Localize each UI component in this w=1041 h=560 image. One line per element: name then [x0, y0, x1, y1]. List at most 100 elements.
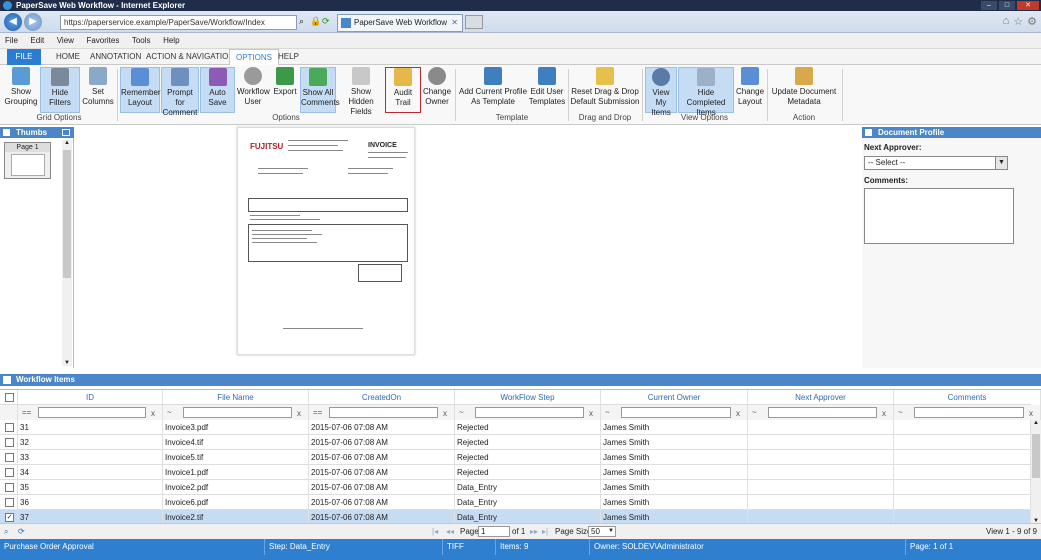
export-button[interactable]: Export	[271, 67, 299, 113]
hide-completed-items-button[interactable]: Hide Completed Items	[678, 67, 734, 117]
comments-textarea[interactable]	[864, 188, 1014, 244]
tab-annotation[interactable]: ANNOTATION	[84, 49, 147, 65]
tab-file[interactable]: FILE	[7, 49, 41, 65]
audit-trail-button[interactable]: Audit Trail	[385, 67, 421, 113]
search-icon[interactable]: ⌕	[299, 16, 304, 27]
column-header-comments[interactable]: Comments	[894, 390, 1041, 405]
clear-filter-icon[interactable]: x	[297, 406, 301, 420]
last-page-icon[interactable]: ▸|	[542, 527, 548, 536]
tab-help[interactable]: HELP	[272, 49, 305, 65]
table-row[interactable]: 31 Invoice3.pdf 2015-07-06 07:08 AM Rejecte…	[0, 420, 1031, 435]
column-header-current-owner[interactable]: Current Owner	[601, 390, 748, 405]
column-header-file-name[interactable]: File Name	[163, 390, 309, 405]
edit-user-templates-button[interactable]: Edit User Templates	[528, 67, 566, 113]
update-document-metadata-button[interactable]: Update Document Metadata	[770, 67, 838, 113]
clear-filter-icon[interactable]: x	[882, 406, 886, 420]
table-row[interactable]: 36 Invoice6.pdf 2015-07-06 07:08 AM Data_En…	[0, 495, 1031, 510]
row-checkbox[interactable]	[5, 483, 14, 492]
show-hidden-fields-button[interactable]: Show Hidden Fields	[338, 67, 384, 116]
tab-action-navigation[interactable]: ACTION & NAVIGATION	[140, 49, 240, 65]
change-owner-button[interactable]: Change Owner	[423, 67, 451, 113]
table-row[interactable]: 34 Invoice1.pdf 2015-07-06 07:08 AM Rejecte…	[0, 465, 1031, 480]
filter-input-next-approver[interactable]	[768, 407, 877, 418]
page-size-select[interactable]: 50 ▼	[588, 526, 616, 537]
filter-input-created-on[interactable]	[329, 407, 438, 418]
filter-input-current-owner[interactable]	[621, 407, 731, 418]
filter-operator[interactable]: ==	[22, 405, 31, 420]
forward-button[interactable]: ▶	[24, 13, 42, 31]
clear-filter-icon[interactable]: x	[443, 406, 447, 420]
filter-input-file-name[interactable]	[183, 407, 292, 418]
row-checkbox[interactable]: ✓	[5, 513, 14, 522]
show-grouping-button[interactable]: Show Grouping	[4, 67, 38, 113]
menu-tools[interactable]: Tools	[127, 33, 156, 49]
filter-operator[interactable]: ~	[752, 405, 757, 420]
row-checkbox[interactable]	[5, 438, 14, 447]
clear-filter-icon[interactable]: x	[589, 406, 593, 420]
clear-filter-icon[interactable]: x	[1029, 406, 1033, 420]
scroll-up-icon[interactable]: ▲	[64, 140, 70, 146]
page-thumbnail[interactable]: Page 1	[4, 142, 51, 179]
back-button[interactable]: ◀	[4, 13, 22, 31]
filter-input-workflow-step[interactable]	[475, 407, 584, 418]
column-header-created-on[interactable]: CreatedOn	[309, 390, 455, 405]
filter-operator[interactable]: ~	[605, 405, 610, 420]
browser-tab[interactable]: PaperSave Web Workflow ✕	[337, 14, 463, 32]
refresh-icon[interactable]: ⟳	[18, 527, 25, 536]
workflow-user-button[interactable]: Workflow User	[237, 67, 270, 113]
auto-save-button[interactable]: Auto Save	[200, 67, 235, 113]
show-all-comments-button[interactable]: Show All Comments	[300, 67, 340, 113]
add-profile-template-button[interactable]: Add Current Profile As Template	[458, 67, 528, 113]
scroll-down-icon[interactable]: ▼	[64, 360, 70, 366]
menu-edit[interactable]: Edit	[25, 33, 49, 49]
row-checkbox[interactable]	[5, 453, 14, 462]
scrollbar-thumb[interactable]	[1032, 434, 1040, 478]
favorites-star-icon[interactable]: ☆	[1013, 15, 1023, 28]
clear-filter-icon[interactable]: x	[151, 406, 155, 420]
row-checkbox[interactable]	[5, 498, 14, 507]
table-row[interactable]: 33 Invoice5.tif 2015-07-06 07:08 AM Rejecte…	[0, 450, 1031, 465]
first-page-icon[interactable]: |◂	[432, 527, 438, 536]
menu-file[interactable]: File	[0, 33, 23, 49]
clear-filter-icon[interactable]: x	[736, 406, 740, 420]
filter-operator[interactable]: ~	[459, 405, 464, 420]
next-approver-select[interactable]: -- Select -- ▼	[864, 156, 1008, 170]
filter-operator[interactable]: ==	[313, 405, 322, 420]
filter-operator[interactable]: ~	[167, 405, 172, 420]
menu-view[interactable]: View	[52, 33, 79, 49]
lock-icon[interactable]: 🔒	[310, 16, 321, 27]
filter-input-comments[interactable]	[914, 407, 1024, 418]
row-checkbox[interactable]	[5, 468, 14, 477]
scroll-up-icon[interactable]: ▲	[1033, 420, 1039, 426]
collapse-panel-icon[interactable]	[62, 129, 70, 136]
refresh-icon[interactable]: ⟳	[322, 16, 330, 27]
prompt-for-comment-button[interactable]: Prompt for Comment	[161, 67, 199, 117]
remember-layout-button[interactable]: Remember Layout	[120, 67, 161, 113]
table-row[interactable]: 32 Invoice4.tif 2015-07-06 07:08 AM Rejecte…	[0, 435, 1031, 450]
row-checkbox[interactable]	[5, 423, 14, 432]
menu-favorites[interactable]: Favorites	[81, 33, 124, 49]
page-number-input[interactable]: 1	[478, 526, 510, 537]
document-viewer[interactable]: FUJITSU INVOICE	[75, 127, 860, 368]
set-columns-button[interactable]: Set Columns	[82, 67, 114, 113]
search-icon[interactable]: ⌕	[4, 527, 8, 537]
maximize-button[interactable]: □	[999, 1, 1015, 10]
menu-help[interactable]: Help	[158, 33, 184, 49]
scrollbar-thumb[interactable]	[63, 150, 71, 278]
thumbs-scrollbar[interactable]: ▲ ▼	[62, 140, 72, 366]
prev-page-icon[interactable]: ◂◂	[446, 527, 454, 536]
view-my-items-button[interactable]: View My Items	[645, 67, 677, 117]
column-header-id[interactable]: ID	[18, 390, 163, 405]
change-layout-button[interactable]: Change Layout	[736, 67, 764, 113]
column-header-next-approver[interactable]: Next Approver	[748, 390, 894, 405]
table-row[interactable]: 35 Invoice2.pdf 2015-07-06 07:08 AM Data_En…	[0, 480, 1031, 495]
filter-operator[interactable]: ~	[898, 405, 903, 420]
close-window-button[interactable]: ✕	[1017, 1, 1039, 10]
minimize-button[interactable]: –	[981, 1, 997, 10]
grid-scrollbar[interactable]: ▲ ▼	[1031, 420, 1041, 524]
home-icon[interactable]: ⌂	[1003, 15, 1010, 28]
tab-home[interactable]: HOME	[50, 49, 86, 65]
reset-drag-drop-button[interactable]: Reset Drag & Drop Default Submission	[570, 67, 640, 113]
filter-input-id[interactable]	[38, 407, 146, 418]
close-tab-icon[interactable]: ✕	[451, 15, 458, 31]
